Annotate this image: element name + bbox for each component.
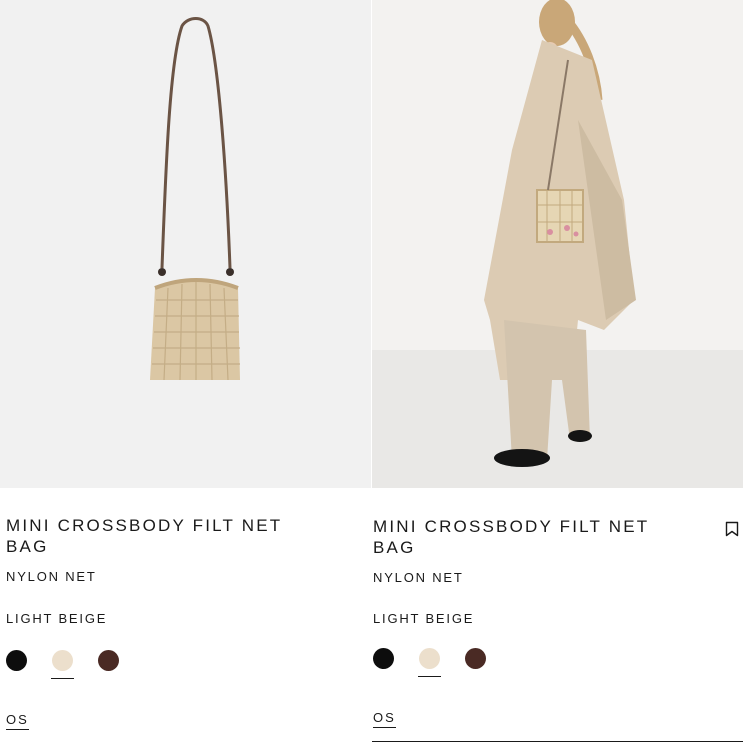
swatch-dark-brown[interactable]: [98, 650, 119, 671]
swatch-black[interactable]: [6, 650, 27, 671]
divider: [372, 741, 743, 742]
product-image-bag[interactable]: [0, 0, 371, 488]
swatch-light-beige[interactable]: [51, 650, 74, 679]
product-image-model[interactable]: [372, 0, 743, 488]
product-name[interactable]: MINI CROSSBODY FILT NET BAG: [373, 516, 673, 558]
selected-color-name: LIGHT BEIGE: [6, 611, 108, 626]
bag-illustration: [0, 0, 371, 488]
product-material: NYLON NET: [6, 569, 97, 584]
swatch-light-beige[interactable]: [418, 648, 441, 677]
product-card-1: MINI CROSSBODY FILT NET BAG NYLON NET LI…: [0, 0, 371, 743]
size-option[interactable]: OS: [6, 712, 29, 730]
color-swatches: [373, 648, 486, 677]
swatch-black[interactable]: [373, 648, 394, 669]
model-illustration: [372, 0, 743, 488]
bookmark-icon[interactable]: [725, 521, 739, 537]
swatch-dark-brown[interactable]: [465, 648, 486, 669]
product-name[interactable]: MINI CROSSBODY FILT NET BAG: [6, 515, 306, 557]
color-swatches: [6, 650, 119, 679]
product-material: NYLON NET: [373, 570, 464, 585]
selected-color-name: LIGHT BEIGE: [373, 611, 475, 626]
product-card-2: MINI CROSSBODY FILT NET BAG NYLON NET LI…: [372, 0, 743, 743]
size-option[interactable]: OS: [373, 710, 396, 728]
